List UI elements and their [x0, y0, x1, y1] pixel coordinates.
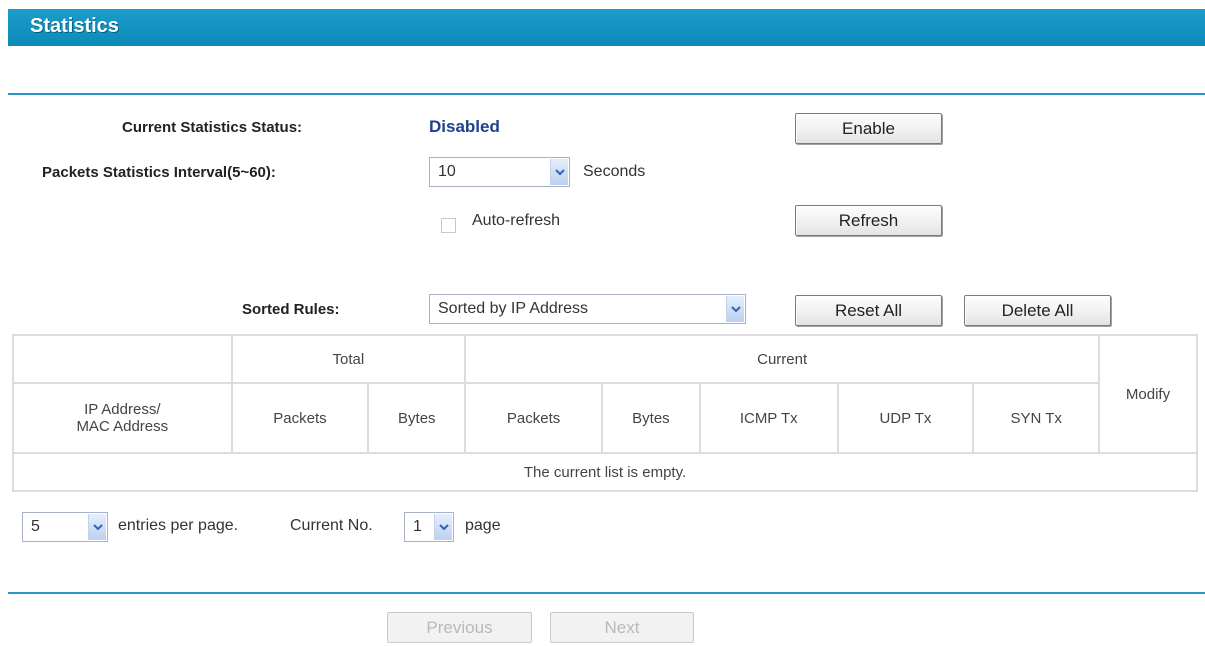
sorted-rules-select-value: Sorted by IP Address: [438, 300, 589, 317]
header-total-bytes: Bytes: [367, 382, 467, 454]
chevron-down-icon: [88, 514, 106, 540]
header-current: Current: [464, 334, 1101, 384]
top-divider: [8, 93, 1205, 95]
header-syn-tx: SYN Tx: [972, 382, 1101, 454]
delete-all-button[interactable]: Delete All: [964, 295, 1111, 326]
entries-per-page-select[interactable]: 5: [22, 512, 108, 542]
header-icmp-tx: ICMP Tx: [698, 382, 839, 454]
chevron-down-icon: [550, 159, 568, 185]
autorefresh-checkbox[interactable]: [441, 218, 456, 233]
current-page-select[interactable]: 1: [404, 512, 454, 542]
interval-select-value: 10: [438, 163, 456, 180]
entries-per-page-value: 5: [31, 518, 40, 535]
header-ip-mac-line2: MAC Address: [76, 418, 169, 435]
header-total-packets: Packets: [230, 382, 370, 454]
bottom-divider: [8, 592, 1205, 594]
sorted-rules-label: Sorted Rules:: [242, 301, 340, 318]
sorted-rules-select[interactable]: Sorted by IP Address: [429, 294, 746, 324]
page-title: Statistics: [30, 15, 119, 37]
page-text: page: [465, 517, 501, 534]
enable-button[interactable]: Enable: [795, 113, 942, 144]
header-ip-mac-line1: IP Address/: [84, 401, 161, 418]
empty-list-message: The current list is empty.: [12, 452, 1198, 492]
entries-per-page-text: entries per page.: [118, 517, 239, 534]
statistics-table: Total Current Modify IP Address/ MAC Add…: [12, 334, 1198, 492]
interval-select[interactable]: 10: [429, 157, 570, 187]
chevron-down-icon: [434, 514, 452, 540]
header-current-packets: Packets: [464, 382, 603, 454]
chevron-down-icon: [726, 296, 744, 322]
header-ip-mac: IP Address/ MAC Address: [12, 382, 233, 454]
status-label: Current Statistics Status:: [122, 119, 303, 136]
current-page-value: 1: [413, 518, 422, 535]
header-total: Total: [230, 334, 467, 384]
status-value: Disabled: [429, 117, 500, 136]
previous-button[interactable]: Previous: [387, 612, 532, 643]
header-modify: Modify: [1098, 334, 1198, 454]
autorefresh-label: Auto-refresh: [472, 212, 561, 229]
current-page-text: Current No.: [290, 517, 373, 534]
interval-unit: Seconds: [583, 163, 646, 180]
title-bar: Statistics: [8, 9, 1205, 46]
refresh-button[interactable]: Refresh: [795, 205, 942, 236]
interval-label: Packets Statistics Interval(5~60):: [42, 164, 276, 181]
header-udp-tx: UDP Tx: [836, 382, 975, 454]
next-button[interactable]: Next: [550, 612, 694, 643]
header-current-bytes: Bytes: [601, 382, 701, 454]
header-blank-cell: [12, 334, 233, 384]
reset-all-button[interactable]: Reset All: [795, 295, 942, 326]
